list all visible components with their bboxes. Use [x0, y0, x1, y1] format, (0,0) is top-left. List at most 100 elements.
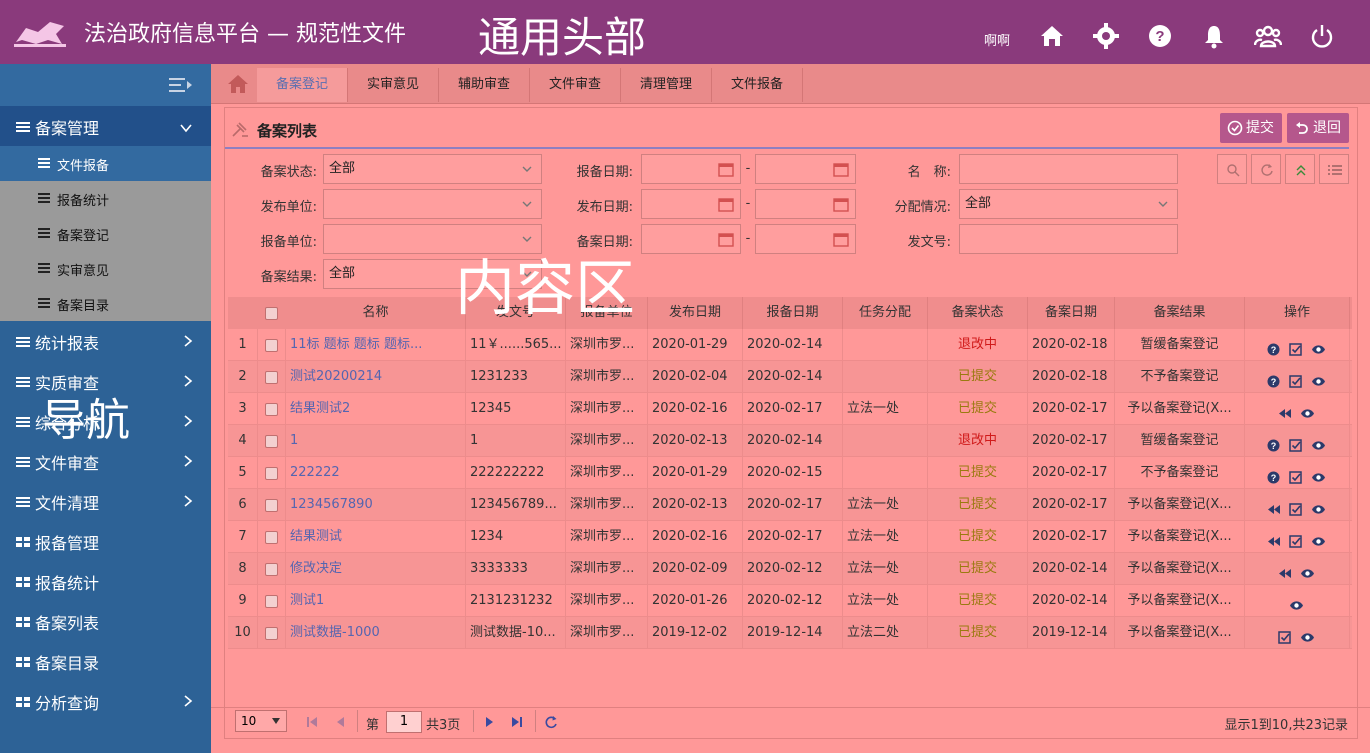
table-row[interactable]: 4 1 1 深圳市罗... 2020-02-13 2020-02-14 退改中 2020-02…	[228, 425, 1352, 457]
record-date-to[interactable]	[755, 224, 856, 254]
record-name-link[interactable]: 11标 题标 题标 题标...	[286, 329, 466, 361]
table-row[interactable]: 8 修改决定 3333333 深圳市罗... 2020-02-09 2020-02-12 立…	[228, 553, 1352, 585]
reload-icon[interactable]	[545, 716, 558, 729]
tab[interactable]: 文件报备	[712, 68, 803, 102]
help-icon[interactable]: ?	[1146, 22, 1174, 50]
page-size-select[interactable]: 10	[235, 710, 287, 732]
row-checkbox[interactable]	[265, 403, 278, 416]
record-name-link[interactable]: 测试1	[286, 585, 466, 617]
row-checkbox[interactable]	[265, 499, 278, 512]
publish-date-to[interactable]	[755, 189, 856, 219]
submit-button[interactable]: 提交	[1220, 113, 1282, 143]
row-checkbox[interactable]	[265, 435, 278, 448]
row-checkbox[interactable]	[265, 531, 278, 544]
sidebar-item[interactable]: 分析查询	[0, 681, 211, 721]
tab[interactable]: 备案登记	[257, 68, 348, 102]
row-checkbox[interactable]	[265, 627, 278, 640]
name-input[interactable]	[959, 154, 1178, 184]
tab[interactable]: 清理管理	[621, 68, 712, 102]
tab[interactable]: 文件审查	[530, 68, 621, 102]
power-icon[interactable]	[1308, 22, 1336, 50]
record-name-link[interactable]: 结果测试2	[286, 393, 466, 425]
row-checkbox[interactable]	[265, 339, 278, 352]
eye-icon[interactable]	[1311, 465, 1326, 489]
sidebar-collapse-button[interactable]	[0, 64, 211, 106]
record-name-link[interactable]: 测试20200214	[286, 361, 466, 393]
eye-icon[interactable]	[1289, 593, 1304, 617]
check-square-icon[interactable]	[1278, 625, 1291, 649]
column-header[interactable]: 备案状态	[928, 297, 1028, 329]
check-square-icon[interactable]	[1289, 337, 1302, 361]
record-name-link[interactable]: 结果测试	[286, 521, 466, 553]
check-square-icon[interactable]	[1289, 497, 1302, 521]
sidebar-item[interactable]: 报备统计	[0, 561, 211, 601]
rewind-icon[interactable]	[1267, 497, 1281, 521]
help-icon[interactable]: ?	[1267, 369, 1280, 393]
prev-page-icon[interactable]	[335, 716, 347, 728]
column-header[interactable]: 名称	[286, 297, 466, 329]
column-header[interactable]: 发布日期	[648, 297, 743, 329]
table-row[interactable]: 9 测试1 2131231232 深圳市罗... 2020-01-26 2020-02-1…	[228, 585, 1352, 617]
eye-icon[interactable]	[1300, 625, 1315, 649]
eye-icon[interactable]	[1300, 561, 1315, 585]
report-date-from[interactable]	[641, 154, 741, 184]
rewind-icon[interactable]	[1278, 561, 1292, 585]
next-page-icon[interactable]	[483, 716, 495, 728]
column-header[interactable]: 任务分配	[843, 297, 928, 329]
username[interactable]: 啊啊	[984, 30, 1010, 49]
sidebar-item[interactable]: 备案管理	[0, 106, 211, 146]
table-row[interactable]: 2 测试20200214 1231233 深圳市罗... 2020-02-04 2020-…	[228, 361, 1352, 393]
table-row[interactable]: 7 结果测试 1234 深圳市罗... 2020-02-16 2020-02-17 立法一处…	[228, 521, 1352, 553]
sidebar-item[interactable]: 备案目录	[0, 641, 211, 681]
eye-icon[interactable]	[1311, 433, 1326, 457]
reset-button[interactable]	[1251, 154, 1281, 184]
table-row[interactable]: 6 1234567890 123456789... 深圳市罗... 2020-02-13…	[228, 489, 1352, 521]
sidebar-item[interactable]: 文件清理	[0, 481, 211, 521]
eye-icon[interactable]	[1311, 529, 1326, 553]
row-checkbox[interactable]	[265, 467, 278, 480]
column-list-button[interactable]	[1319, 154, 1349, 184]
eye-icon[interactable]	[1311, 369, 1326, 393]
table-row[interactable]: 10 测试数据-1000 测试数据-10... 深圳市罗... 2019-12-02 20…	[228, 617, 1352, 649]
search-button[interactable]	[1217, 154, 1247, 184]
rewind-icon[interactable]	[1267, 529, 1281, 553]
tab-home-icon[interactable]	[227, 74, 249, 94]
select-all-checkbox[interactable]	[265, 307, 278, 320]
row-checkbox[interactable]	[265, 371, 278, 384]
help-icon[interactable]: ?	[1267, 433, 1280, 457]
rewind-icon[interactable]	[1278, 401, 1292, 425]
check-square-icon[interactable]	[1289, 369, 1302, 393]
check-square-icon[interactable]	[1289, 529, 1302, 553]
sidebar-item[interactable]: 备案列表	[0, 601, 211, 641]
doc-no-input[interactable]	[959, 224, 1178, 254]
publisher-select[interactable]	[323, 189, 542, 219]
record-name-link[interactable]: 1	[286, 425, 466, 457]
first-page-icon[interactable]	[306, 716, 318, 728]
sidebar-item[interactable]: 统计报表	[0, 321, 211, 361]
users-icon[interactable]	[1254, 22, 1282, 50]
check-square-icon[interactable]	[1289, 465, 1302, 489]
sidebar-subitem[interactable]: 文件报备	[0, 146, 211, 181]
tab[interactable]: 辅助审查	[439, 68, 530, 102]
record-name-link[interactable]: 修改决定	[286, 553, 466, 585]
sidebar-subitem[interactable]: 报备统计	[0, 181, 211, 216]
publish-date-from[interactable]	[641, 189, 741, 219]
record-name-link[interactable]: 222222	[286, 457, 466, 489]
collapse-filter-button[interactable]	[1285, 154, 1315, 184]
page-number-input[interactable]: 1	[386, 711, 422, 733]
record-name-link[interactable]: 1234567890	[286, 489, 466, 521]
column-header[interactable]: 备案日期	[1028, 297, 1115, 329]
eye-icon[interactable]	[1311, 497, 1326, 521]
home-icon[interactable]	[1038, 22, 1066, 50]
sidebar-item[interactable]: 报备管理	[0, 521, 211, 561]
record-name-link[interactable]: 测试数据-1000	[286, 617, 466, 649]
last-page-icon[interactable]	[511, 716, 523, 728]
column-header[interactable]: 备案结果	[1115, 297, 1245, 329]
sidebar-subitem[interactable]: 备案登记	[0, 216, 211, 251]
table-row[interactable]: 5 222222 222222222 深圳市罗... 2020-01-29 2020-02…	[228, 457, 1352, 489]
sidebar-subitem[interactable]: 实审意见	[0, 251, 211, 286]
record-date-from[interactable]	[641, 224, 741, 254]
eye-icon[interactable]	[1311, 337, 1326, 361]
eye-icon[interactable]	[1300, 401, 1315, 425]
return-button[interactable]: 退回	[1287, 113, 1349, 143]
